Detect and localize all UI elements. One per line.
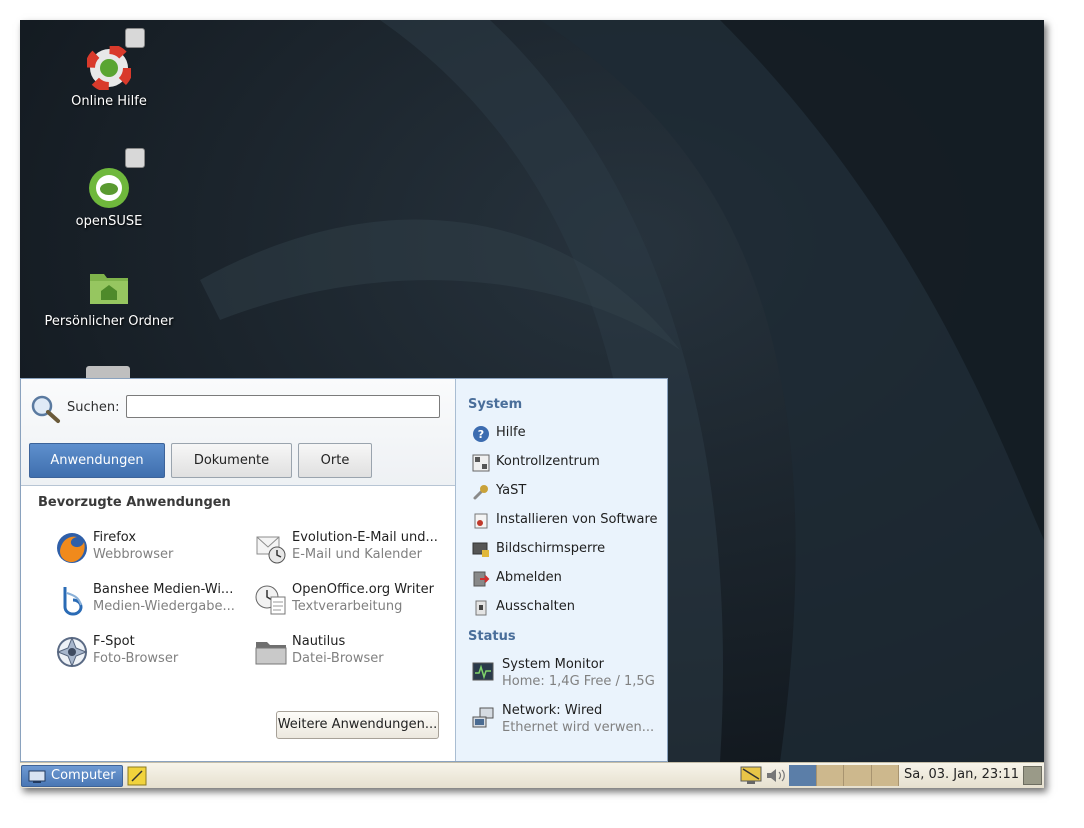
app-name: Nautilus bbox=[292, 634, 346, 649]
home-folder-icon bbox=[90, 274, 128, 304]
evolution-mail-icon bbox=[256, 536, 286, 564]
menu-search-area: Suchen: Anwendungen Dokumente Orte bbox=[21, 379, 455, 486]
desktop-icon-online-hilfe[interactable]: Online Hilfe bbox=[34, 28, 184, 109]
banshee-icon bbox=[63, 587, 83, 616]
writer-icon bbox=[255, 585, 286, 615]
folder-icon bbox=[255, 642, 287, 665]
show-desktop-button[interactable] bbox=[1023, 766, 1042, 785]
app-name: OpenOffice.org Writer bbox=[292, 582, 434, 597]
workspace-4[interactable] bbox=[871, 765, 899, 786]
desktop-icon-opensuse[interactable]: openSUSE bbox=[34, 148, 184, 229]
desktop-icon-home-folder[interactable]: Persönlicher Ordner bbox=[34, 266, 184, 329]
system-item-hilfe[interactable]: ? Hilfe bbox=[472, 423, 662, 445]
system-item-ausschalten[interactable]: Ausschalten bbox=[472, 597, 662, 619]
app-firefox[interactable]: Firefox Webbrowser bbox=[55, 529, 255, 567]
system-monitor-icon bbox=[472, 662, 494, 681]
system-item-label: Installieren von Software bbox=[496, 512, 658, 527]
search-input[interactable] bbox=[126, 395, 440, 418]
display-settings-icon[interactable] bbox=[740, 766, 762, 785]
screen: Online Hilfe openSUSE Persönlicher Ordne… bbox=[20, 20, 1044, 788]
app-evolution[interactable]: Evolution-E-Mail und... E-Mail und Kalen… bbox=[254, 529, 454, 567]
help-lifebuoy-icon bbox=[85, 44, 133, 92]
tab-orte[interactable]: Orte bbox=[298, 443, 372, 478]
status-section-title: Status bbox=[468, 629, 516, 644]
app-name: Firefox bbox=[93, 530, 137, 545]
menu-right-pane: System ? Hilfe Kontrollzentrum YaST Inst… bbox=[455, 379, 667, 761]
app-banshee[interactable]: Banshee Medien-Wi... Medien-Wiedergabe..… bbox=[55, 581, 255, 619]
system-item-kontrollzentrum[interactable]: Kontrollzentrum bbox=[472, 452, 662, 474]
firefox-icon bbox=[57, 533, 87, 563]
computer-icon bbox=[28, 770, 46, 783]
workspace-1[interactable] bbox=[789, 765, 817, 786]
app-name: F-Spot bbox=[93, 634, 135, 649]
control-center-icon bbox=[472, 454, 490, 472]
system-item-abmelden[interactable]: Abmelden bbox=[472, 568, 662, 590]
tab-anwendungen[interactable]: Anwendungen bbox=[29, 443, 165, 478]
status-item-network[interactable]: Network: Wired Ethernet wird verwen... bbox=[472, 703, 667, 743]
main-menu: Suchen: Anwendungen Dokumente Orte Bevor… bbox=[20, 378, 668, 762]
app-writer[interactable]: OpenOffice.org Writer Textverarbeitung bbox=[254, 581, 454, 619]
status-item-system-monitor[interactable]: System Monitor Home: 1,4G Free / 1,5G bbox=[472, 657, 667, 697]
status-item-label: System Monitor bbox=[502, 657, 605, 672]
system-section-title: System bbox=[468, 397, 523, 412]
workspace-3[interactable] bbox=[844, 765, 872, 786]
system-item-label: Kontrollzentrum bbox=[496, 454, 600, 469]
desktop-icon-label: Persönlicher Ordner bbox=[44, 314, 174, 329]
wrench-icon bbox=[473, 485, 488, 500]
system-item-label: Bildschirmsperre bbox=[496, 541, 606, 556]
logout-icon bbox=[473, 571, 490, 587]
app-description: Datei-Browser bbox=[292, 651, 384, 666]
workspace-2[interactable] bbox=[816, 765, 844, 786]
system-item-installieren[interactable]: Installieren von Software bbox=[472, 510, 662, 532]
svg-text:?: ? bbox=[478, 428, 484, 441]
shutdown-icon bbox=[475, 600, 487, 616]
system-item-bildschirmsperre[interactable]: Bildschirmsperre bbox=[472, 539, 662, 561]
software-install-icon bbox=[474, 513, 488, 529]
volume-icon[interactable] bbox=[765, 766, 787, 785]
network-icon bbox=[472, 707, 494, 728]
status-item-detail: Home: 1,4G Free / 1,5G bbox=[502, 674, 655, 689]
desktop-icon-label: Online Hilfe bbox=[71, 94, 147, 109]
app-description: Foto-Browser bbox=[93, 651, 179, 666]
bottom-panel: Computer Sa, 03. Jan, 23:11 bbox=[20, 762, 1044, 788]
app-description: Medien-Wiedergabe... bbox=[93, 599, 235, 614]
fspot-icon bbox=[56, 636, 88, 668]
app-description: E-Mail und Kalender bbox=[292, 547, 423, 562]
lock-icon bbox=[125, 148, 145, 168]
search-icon bbox=[31, 395, 60, 423]
app-description: Webbrowser bbox=[93, 547, 174, 562]
system-item-label: Ausschalten bbox=[496, 599, 575, 614]
system-item-yast[interactable]: YaST bbox=[472, 481, 662, 503]
screen-lock-icon bbox=[472, 542, 489, 557]
workspace-switcher[interactable] bbox=[789, 765, 899, 786]
app-description: Textverarbeitung bbox=[292, 599, 403, 614]
search-label: Suchen: bbox=[67, 400, 120, 415]
computer-menu-label: Computer bbox=[51, 768, 116, 783]
computer-menu-button[interactable]: Computer bbox=[21, 765, 123, 787]
desktop-icon-label: openSUSE bbox=[75, 214, 143, 229]
status-item-label: Network: Wired bbox=[502, 703, 603, 718]
system-item-label: Abmelden bbox=[496, 570, 562, 585]
favorites-title: Bevorzugte Anwendungen bbox=[38, 495, 231, 510]
system-item-label: YaST bbox=[496, 483, 527, 498]
notes-icon[interactable] bbox=[127, 766, 147, 786]
clock[interactable]: Sa, 03. Jan, 23:11 bbox=[904, 767, 1019, 782]
system-item-label: Hilfe bbox=[496, 425, 526, 440]
menu-left-pane: Suchen: Anwendungen Dokumente Orte Bevor… bbox=[21, 379, 455, 761]
tab-dokumente[interactable]: Dokumente bbox=[171, 443, 292, 478]
app-nautilus[interactable]: Nautilus Datei-Browser bbox=[254, 633, 454, 671]
app-name: Evolution-E-Mail und... bbox=[292, 530, 438, 545]
more-applications-button[interactable]: Weitere Anwendungen... bbox=[276, 711, 439, 739]
opensuse-logo-icon bbox=[89, 168, 129, 208]
help-icon: ? bbox=[473, 426, 489, 442]
app-name: Banshee Medien-Wi... bbox=[93, 582, 234, 597]
status-item-detail: Ethernet wird verwen... bbox=[502, 720, 655, 735]
lock-icon bbox=[125, 28, 145, 48]
app-fspot[interactable]: F-Spot Foto-Browser bbox=[55, 633, 255, 671]
